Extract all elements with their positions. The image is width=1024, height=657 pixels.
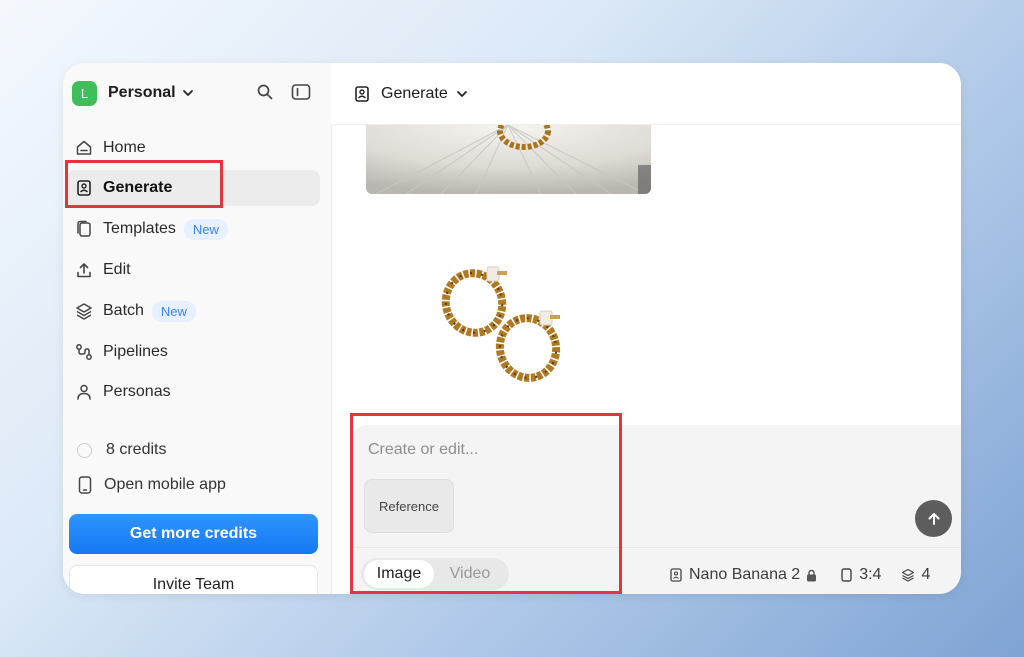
phone-icon xyxy=(78,476,92,494)
generated-image[interactable] xyxy=(366,125,651,194)
credits-ring-icon xyxy=(77,442,92,458)
sidebar-item-label: Personas xyxy=(103,383,171,400)
new-badge: New xyxy=(183,218,228,240)
avatar: L xyxy=(72,80,97,106)
generation-options: Nano Banana 2 3:4 4 xyxy=(669,566,930,584)
generate-icon xyxy=(352,84,372,104)
sidebar-item-edit[interactable]: Edit xyxy=(67,252,320,288)
model-selector[interactable]: Nano Banana 2 xyxy=(689,566,800,584)
sidebar-item-label: Pipelines xyxy=(103,343,168,360)
credits-label: 8 credits xyxy=(106,441,167,458)
invite-team-button[interactable]: Invite Team xyxy=(69,565,318,594)
sidebar-item-label: Edit xyxy=(103,261,131,278)
generated-image[interactable] xyxy=(439,261,579,386)
search-icon[interactable] xyxy=(254,81,276,103)
sidebar-toggle-icon[interactable] xyxy=(290,81,312,103)
sidebar-item-label: Templates xyxy=(103,220,176,237)
highlight-box xyxy=(65,160,223,208)
chevron-down-icon xyxy=(182,90,193,96)
open-mobile-app-link[interactable]: Open mobile app xyxy=(78,476,226,494)
pipelines-icon xyxy=(74,342,94,362)
layers-icon xyxy=(901,567,915,583)
image-count-selector[interactable]: 4 xyxy=(921,566,930,584)
sidebar-item-label: Home xyxy=(103,139,146,156)
sidebar-item-pipelines[interactable]: Pipelines xyxy=(67,334,320,370)
send-button[interactable] xyxy=(915,500,952,537)
arrow-up-icon xyxy=(928,512,939,525)
home-icon xyxy=(74,138,94,158)
sidebar-item-templates[interactable]: Templates New xyxy=(67,211,320,247)
sidebar-item-personas[interactable]: Personas xyxy=(67,374,320,410)
model-icon xyxy=(669,567,683,583)
new-badge: New xyxy=(151,300,196,322)
aspect-ratio-selector[interactable]: 3:4 xyxy=(859,566,881,584)
open-mobile-app-label: Open mobile app xyxy=(104,476,226,493)
workspace-name: Personal xyxy=(108,84,176,101)
workspace-switcher[interactable]: L Personal xyxy=(72,80,194,106)
person-icon xyxy=(74,382,94,402)
layers-icon xyxy=(74,301,94,321)
main-header: Generate xyxy=(331,63,961,125)
aspect-ratio-icon xyxy=(839,567,853,583)
lock-icon xyxy=(807,569,817,581)
credits-indicator[interactable]: 8 credits xyxy=(77,441,166,459)
page-title: Generate xyxy=(381,84,448,102)
sidebar-item-batch[interactable]: Batch New xyxy=(67,293,320,329)
sidebar: L Personal Home Generate Templates New E… xyxy=(63,63,332,594)
upload-icon xyxy=(74,260,94,280)
chevron-down-icon[interactable] xyxy=(456,88,468,100)
sidebar-item-label: Batch xyxy=(103,302,144,319)
highlight-box xyxy=(350,413,622,594)
templates-icon xyxy=(74,219,94,239)
get-more-credits-button[interactable]: Get more credits xyxy=(69,514,318,554)
